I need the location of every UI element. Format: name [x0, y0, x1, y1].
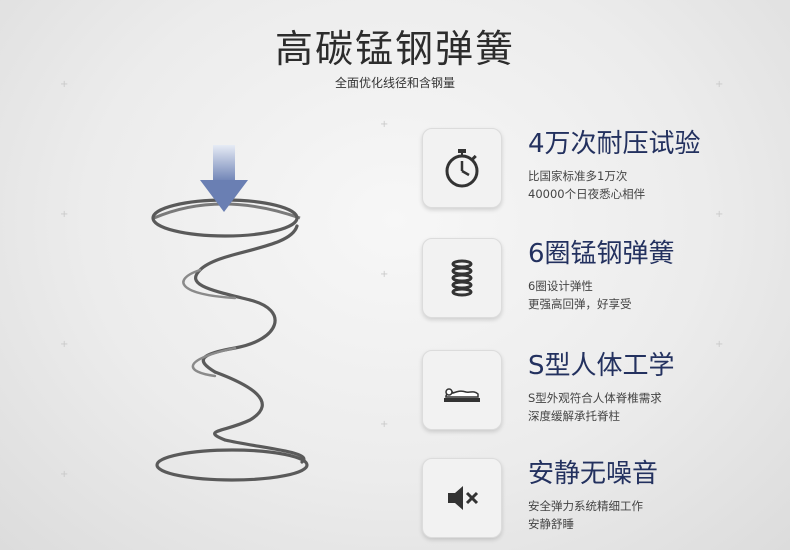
feature-ergonomic: S型人体工学 S型外观符合人体脊椎需求 深度缓解承托脊柱 — [422, 350, 782, 430]
feature-title: S型人体工学 — [528, 351, 675, 381]
feature-title: 4万次耐压试验 — [528, 129, 701, 159]
grid-mark: + — [380, 119, 389, 130]
feature-desc-line: S型外观符合人体脊椎需求 — [528, 391, 662, 405]
grid-mark: + — [715, 339, 724, 350]
coil-spring-icon — [451, 259, 473, 297]
feature-spring-coils: 6圈锰钢弹簧 6圈设计弹性 更强高回弹，好享受 — [422, 238, 782, 318]
feature-title: 6圈锰钢弹簧 — [528, 239, 675, 269]
feature-icon-box — [422, 350, 502, 430]
feature-desc-line: 安全弹力系统精细工作 — [528, 499, 643, 513]
feature-silent: 安静无噪音 安全弹力系统精细工作 安静舒睡 — [422, 458, 782, 538]
feature-desc-line: 40000个日夜悉心相伴 — [528, 187, 646, 201]
grid-mark: + — [380, 269, 389, 280]
grid-mark: + — [380, 419, 389, 430]
feature-desc-line: 深度缓解承托脊柱 — [528, 409, 620, 423]
feature-title: 安静无噪音 — [528, 459, 659, 489]
feature-desc-line: 6圈设计弹性 — [528, 279, 593, 293]
page-title: 高碳锰钢弹簧 — [274, 27, 515, 71]
feature-icon-box — [422, 458, 502, 538]
page-subtitle: 全面优化线径和含钢量 — [334, 76, 455, 90]
lying-body-icon — [444, 388, 480, 402]
feature-desc-line: 安静舒睡 — [528, 517, 574, 531]
feature-icon-box — [422, 238, 502, 318]
grid-mark: + — [60, 209, 69, 220]
feature-desc-line: 更强高回弹，好享受 — [528, 297, 632, 311]
grid-mark: + — [60, 339, 69, 350]
grid-mark: + — [715, 209, 724, 220]
spring-illustration — [151, 145, 309, 482]
stopwatch-icon — [445, 149, 479, 188]
feature-desc-line: 比国家标准多1万次 — [528, 169, 628, 183]
grid-mark: + — [60, 469, 69, 480]
feature-pressure-test: 4万次耐压试验 比国家标准多1万次 40000个日夜悉心相伴 — [422, 128, 782, 208]
feature-icon-box — [422, 128, 502, 208]
speaker-muted-icon — [448, 486, 479, 510]
